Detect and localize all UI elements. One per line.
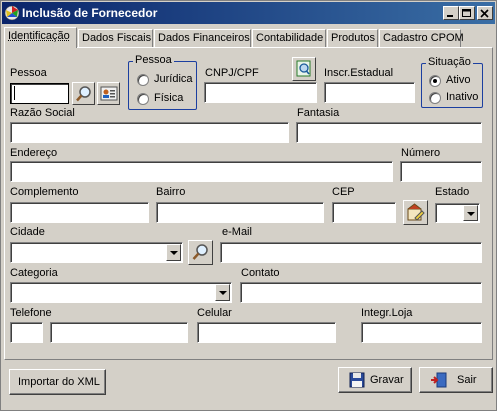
complemento-label: Complemento — [10, 186, 79, 198]
inscr-estadual-label: Inscr.Estadual — [324, 67, 394, 79]
contato-input[interactable] — [240, 282, 482, 303]
chevron-down-icon[interactable] — [166, 244, 181, 261]
razao-social-input[interactable] — [10, 122, 289, 143]
magnifier-icon — [76, 86, 91, 102]
exit-door-icon — [431, 372, 447, 388]
pessoa-input[interactable] — [10, 83, 69, 104]
bairro-label: Bairro — [156, 186, 186, 198]
minimize-icon — [447, 15, 453, 17]
celular-label: Celular — [197, 307, 232, 319]
integr-loja-input[interactable] — [361, 322, 482, 343]
fantasia-input[interactable] — [296, 122, 482, 143]
app-icon — [4, 5, 20, 21]
gravar-button[interactable]: Gravar — [338, 367, 412, 393]
cnpj-lookup-button[interactable] — [292, 57, 316, 81]
estado-label: Estado — [435, 186, 470, 198]
cnpj-label: CNPJ/CPF — [205, 67, 259, 79]
endereco-label: Endereço — [10, 147, 58, 159]
email-input[interactable] — [220, 242, 482, 263]
title-bar[interactable]: Inclusão de Fornecedor — [2, 2, 495, 24]
tab-dados-fiscais[interactable]: Dados Fiscais — [78, 29, 153, 47]
cnpj-cpf-input[interactable] — [204, 82, 317, 103]
contact-card-icon — [100, 86, 118, 101]
maximize-icon — [462, 9, 471, 17]
save-disk-icon — [349, 372, 365, 388]
razao-social-label: Razão Social — [10, 107, 75, 119]
document-search-icon — [296, 60, 311, 77]
sair-button[interactable]: Sair — [419, 367, 493, 393]
cidade-label: Cidade — [10, 226, 45, 238]
fornecedor-window: Inclusão de Fornecedor Identificação Dad… — [0, 0, 497, 411]
cep-label: CEP — [332, 186, 355, 198]
pessoa-search-button[interactable] — [72, 82, 95, 105]
telefone-label: Telefone — [10, 307, 52, 319]
tab-identificacao[interactable]: Identificação — [4, 27, 77, 48]
categoria-label: Categoria — [10, 267, 58, 279]
cidade-select[interactable] — [10, 242, 183, 263]
endereco-input[interactable] — [10, 161, 393, 182]
chevron-down-icon[interactable] — [463, 205, 478, 221]
chevron-down-icon[interactable] — [215, 284, 230, 301]
numero-input[interactable] — [400, 161, 482, 182]
inscr-estadual-input[interactable] — [324, 82, 415, 103]
email-label: e-Mail — [222, 226, 252, 238]
cidade-search-button[interactable] — [188, 240, 213, 265]
text-cursor — [14, 86, 15, 100]
situacao-group-label: Situação — [426, 56, 473, 68]
situacao-group: Situação Ativo Inativo — [421, 56, 483, 108]
minimize-button[interactable] — [443, 6, 459, 20]
cep-lookup-button[interactable] — [403, 200, 428, 225]
tab-contabilidade[interactable]: Contabilidade — [252, 29, 326, 47]
telefone-ddd-input[interactable] — [10, 322, 43, 343]
numero-label: Número — [401, 147, 441, 159]
maximize-button[interactable] — [459, 6, 475, 20]
close-icon — [480, 9, 489, 18]
tipo-pessoa-group: Pessoa Jurídica Física — [128, 54, 197, 110]
categoria-select[interactable] — [10, 282, 232, 303]
complemento-input[interactable] — [10, 202, 149, 223]
tipo-pessoa-group-label: Pessoa — [133, 54, 174, 66]
window-title: Inclusão de Fornecedor — [22, 6, 158, 20]
pessoa-card-button[interactable] — [97, 82, 120, 105]
address-lookup-icon — [407, 203, 425, 221]
close-button[interactable] — [477, 6, 493, 20]
tab-produtos[interactable]: Produtos — [327, 29, 378, 47]
cep-input[interactable] — [332, 202, 396, 223]
pessoa-label: Pessoa — [10, 67, 47, 79]
integr-loja-label: Integr.Loja — [361, 307, 413, 319]
telefone-input[interactable] — [50, 322, 188, 343]
estado-select[interactable] — [435, 203, 480, 223]
fantasia-label: Fantasia — [297, 107, 340, 119]
tab-cadastro-cpom[interactable]: Cadastro CPOM — [379, 29, 464, 47]
importar-xml-button[interactable]: Importar do XML — [9, 369, 106, 395]
bairro-input[interactable] — [156, 202, 324, 223]
magnifier-icon — [192, 244, 208, 260]
contato-label: Contato — [241, 267, 280, 279]
celular-input[interactable] — [197, 322, 336, 343]
tab-dados-financeiros[interactable]: Dados Financeiros — [154, 29, 251, 47]
